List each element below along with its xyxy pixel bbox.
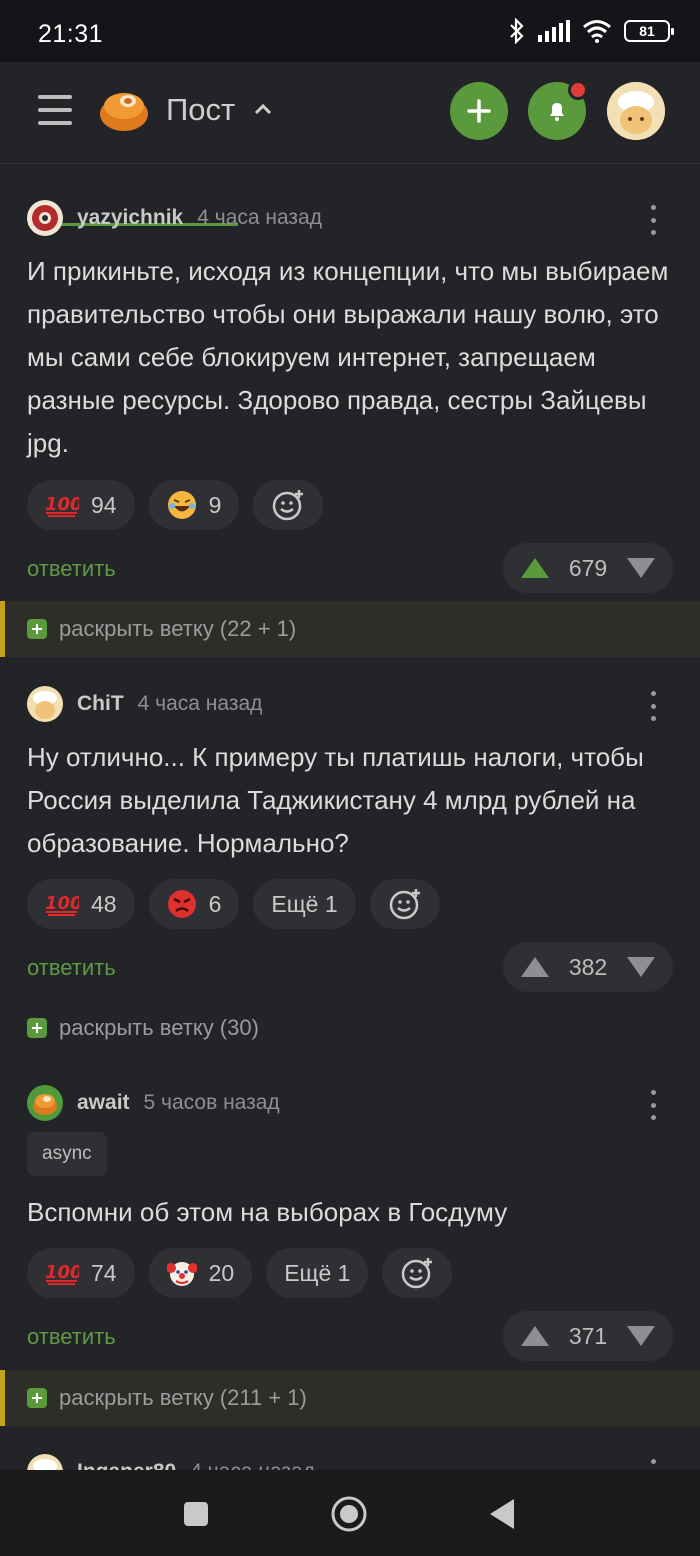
- avatar[interactable]: [27, 200, 63, 236]
- svg-text:100: 100: [45, 1262, 79, 1283]
- avatar[interactable]: [607, 82, 665, 140]
- status-icons: 81: [508, 18, 674, 44]
- add-reaction-button[interactable]: [369, 879, 440, 929]
- home-circle-icon[interactable]: [329, 1494, 369, 1534]
- laughing-face-icon: [167, 490, 197, 520]
- rating-count: 371: [568, 1322, 608, 1349]
- comment-text: И прикиньте, исходя из концепции, что мы…: [27, 256, 669, 458]
- status-bar: 21:31 81: [0, 0, 700, 62]
- downvote-icon[interactable]: [625, 556, 657, 580]
- logo-icon[interactable]: [98, 84, 150, 134]
- chevron-up-icon[interactable]: [252, 98, 274, 120]
- angry-face-icon: [167, 889, 197, 919]
- wifi-icon: [583, 20, 611, 43]
- upvote-icon[interactable]: [519, 955, 551, 979]
- app-bar: Пост: [0, 62, 700, 226]
- svg-text:100: 100: [45, 494, 79, 515]
- battery-icon: 81: [624, 20, 674, 42]
- reaction-pill[interactable]: 100 94: [27, 480, 135, 530]
- more-options-icon[interactable]: [648, 205, 658, 235]
- reaction-pill[interactable]: 100 48: [27, 879, 135, 929]
- more-reactions-button[interactable]: Ещё 1: [253, 879, 356, 929]
- hundred-icon: 100: [45, 892, 79, 916]
- system-nav-bar: [0, 1470, 700, 1556]
- clown-face-icon: [166, 1258, 197, 1288]
- comment-username[interactable]: ChiT: [77, 692, 124, 716]
- rating-count: 679: [568, 554, 608, 581]
- avatar[interactable]: [27, 1085, 63, 1121]
- expand-thread-label: раскрыть ветку (211 + 1): [59, 1385, 307, 1410]
- expand-thread-button[interactable]: раскрыть ветку (30): [0, 1000, 700, 1056]
- plus-icon: [27, 1388, 47, 1408]
- reply-link[interactable]: ответить: [27, 1324, 116, 1350]
- reaction-count: 94: [91, 491, 117, 518]
- menu-icon[interactable]: [38, 95, 72, 125]
- add-reaction-button[interactable]: [253, 480, 324, 530]
- comment-username[interactable]: yazyichnik: [77, 206, 183, 230]
- notifications-button[interactable]: [528, 80, 588, 140]
- expand-thread-button[interactable]: раскрыть ветку (22 + 1): [0, 601, 700, 657]
- status-time: 21:31: [38, 20, 104, 48]
- vote-box: 679: [503, 543, 673, 593]
- comment-text: Ну отлично... К примеру ты платишь налог…: [27, 742, 644, 858]
- comment-time: 4 часа назад: [137, 692, 263, 715]
- comment-username[interactable]: await: [77, 1091, 130, 1115]
- reaction-pill[interactable]: 9: [148, 480, 240, 530]
- hundred-icon: 100: [45, 493, 79, 517]
- downvote-icon[interactable]: [625, 1324, 657, 1348]
- reactions: 100 48 6 Ещё 1: [27, 879, 440, 929]
- reaction-pill[interactable]: 6: [148, 879, 240, 929]
- bell-icon: [550, 103, 564, 121]
- reply-link[interactable]: ответить: [27, 955, 116, 981]
- downvote-icon[interactable]: [625, 955, 657, 979]
- add-reaction-button[interactable]: [382, 1248, 453, 1298]
- vote-box: 371: [503, 1311, 673, 1361]
- signal-icon: [538, 20, 570, 42]
- user-tag[interactable]: async: [27, 1132, 107, 1176]
- vote-box: 382: [503, 942, 673, 992]
- comment-time: 5 часов назад: [143, 1091, 280, 1114]
- add-emoji-icon: [389, 889, 420, 920]
- upvote-icon[interactable]: [519, 556, 551, 580]
- add-emoji-icon: [273, 490, 304, 521]
- svg-text:100: 100: [45, 893, 79, 914]
- upvote-icon[interactable]: [519, 1324, 551, 1348]
- comment-time: 4 часа назад: [197, 206, 322, 229]
- comment-header: ChiT 4 часа назад: [27, 686, 262, 722]
- comment-header: await 5 часов назад: [27, 1085, 280, 1121]
- comment-text: Вспомни об этом на выборах в Госдуму: [27, 1197, 508, 1227]
- reactions: 100 94 9: [27, 480, 324, 530]
- plus-icon: [467, 99, 491, 123]
- avatar[interactable]: [27, 686, 63, 722]
- page-title[interactable]: Пост: [166, 92, 235, 128]
- reply-link[interactable]: ответить: [27, 556, 116, 582]
- reaction-count: 48: [91, 890, 117, 917]
- more-options-icon[interactable]: [648, 1090, 658, 1120]
- reaction-pill[interactable]: 20: [148, 1248, 253, 1298]
- more-reactions-button[interactable]: Ещё 1: [266, 1248, 369, 1298]
- bluetooth-icon: [510, 18, 524, 44]
- notification-dot: [568, 80, 588, 100]
- reaction-count: 20: [208, 1259, 235, 1286]
- reaction-count: 6: [208, 890, 222, 917]
- plus-icon: [27, 1018, 47, 1038]
- reaction-count: 9: [208, 491, 222, 518]
- expand-thread-button[interactable]: раскрыть ветку (211 + 1): [0, 1370, 700, 1426]
- expand-thread-label: раскрыть ветку (22 + 1): [59, 616, 297, 641]
- reaction-pill[interactable]: 100 74: [27, 1248, 135, 1298]
- comment-header: yazyichnik 4 часа назад: [27, 200, 322, 236]
- back-triangle-icon[interactable]: [482, 1494, 522, 1534]
- hundred-icon: 100: [45, 1261, 79, 1285]
- reaction-count: 74: [91, 1259, 117, 1286]
- reactions: 100 74 20 Ещё 1: [27, 1248, 453, 1298]
- expand-thread-label: раскрыть ветку (30): [59, 1015, 259, 1040]
- recents-square-icon[interactable]: [176, 1494, 216, 1534]
- add-emoji-icon: [402, 1258, 433, 1289]
- plus-icon: [27, 619, 47, 639]
- more-options-icon[interactable]: [648, 691, 658, 721]
- rating-count: 382: [568, 953, 608, 980]
- add-post-button[interactable]: [450, 82, 508, 140]
